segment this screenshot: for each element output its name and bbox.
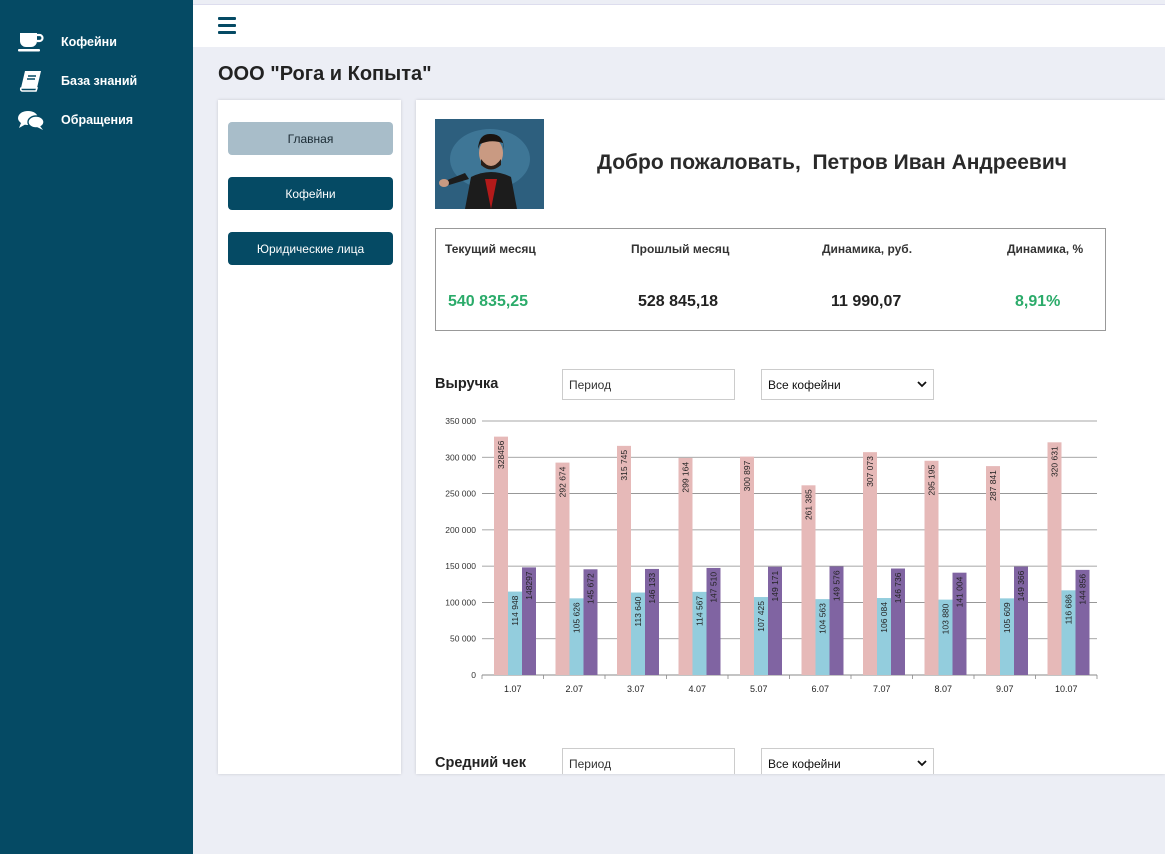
y-tick-label: 0 (471, 670, 476, 680)
y-tick-label: 250 000 (445, 489, 476, 499)
nav-home-button[interactable]: Главная (228, 122, 393, 155)
bar-data-label: 299 164 (681, 462, 691, 493)
bar-data-label: 320 631 (1050, 446, 1060, 477)
bar (494, 436, 508, 675)
bar-data-label: 114 948 (510, 595, 520, 625)
chevron-down-icon (917, 381, 927, 388)
welcome-text: Добро пожаловать, Петров Иван Андреевич (597, 151, 1067, 174)
avg-check-period-input[interactable]: Период (562, 748, 735, 774)
revenue-coffee-shop-select[interactable]: Все кофейни (761, 369, 934, 400)
top-bar (193, 4, 1165, 47)
y-tick-label: 300 000 (445, 452, 476, 462)
stat-current-month-label: Текущий месяц (445, 242, 536, 256)
avg-check-title: Средний чек (435, 755, 526, 771)
x-tick-label: 1.07 (504, 684, 522, 694)
bar-data-label: 114 567 (695, 596, 705, 626)
bar-data-label: 105 609 (1002, 602, 1012, 633)
bar-data-label: 148297 (524, 571, 534, 600)
x-tick-label: 7.07 (873, 684, 891, 694)
sidebar-item-label: База знаний (61, 73, 138, 88)
x-tick-label: 10.07 (1055, 684, 1078, 694)
main-panel: Добро пожаловать, Петров Иван Андреевич … (416, 100, 1165, 774)
bar-data-label: 147 510 (709, 572, 719, 603)
avg-check-coffee-shop-select[interactable]: Все кофейни (761, 748, 934, 774)
bar-data-label: 149 366 (1016, 570, 1026, 601)
nav-legal-entities-button[interactable]: Юридические лица (228, 232, 393, 265)
bar-data-label: 103 880 (941, 603, 951, 634)
x-tick-label: 2.07 (565, 684, 583, 694)
avatar (435, 119, 544, 209)
stat-current-month-value: 540 835,25 (448, 293, 529, 310)
bar-data-label: 295 195 (927, 465, 937, 496)
sidebar: Кофейни База знаний Обращения (0, 0, 193, 854)
y-tick-label: 200 000 (445, 525, 476, 535)
bar-data-label: 104 563 (818, 603, 828, 634)
bar-data-label: 113 640 (633, 596, 643, 626)
stat-dynamics-pct-value: 8,91% (1015, 293, 1061, 310)
bar-data-label: 107 425 (756, 601, 766, 632)
stat-dynamics-rub-value: 11 990,07 (831, 293, 902, 310)
bar-data-label: 307 073 (865, 456, 875, 487)
stats-box: Текущий месяц 540 835,25 Прошлый месяц 5… (435, 228, 1106, 331)
bar-data-label: 287 841 (988, 470, 998, 501)
revenue-period-input[interactable]: Период (562, 369, 735, 400)
chat-bubbles-icon (18, 109, 44, 131)
bar-data-label: 149 576 (832, 570, 842, 601)
sidebar-item-label: Кофейни (61, 34, 117, 49)
x-tick-label: 8.07 (934, 684, 952, 694)
y-tick-label: 50 000 (450, 634, 476, 644)
y-tick-label: 100 000 (445, 597, 476, 607)
bar-data-label: 116 686 (1064, 594, 1074, 624)
sidebar-item-label: Обращения (61, 112, 134, 127)
stat-dynamics-rub-label: Динамика, руб. (822, 242, 913, 256)
bar-data-label: 328456 (496, 440, 506, 469)
chevron-down-icon (917, 760, 927, 767)
bar-data-label: 145 672 (586, 573, 596, 604)
y-tick-label: 350 000 (445, 416, 476, 426)
bar-data-label: 261 385 (804, 489, 814, 520)
bar-data-label: 292 674 (558, 466, 568, 497)
select-value: Все кофейни (768, 377, 841, 392)
bar-data-label: 146 133 (647, 573, 657, 604)
x-tick-label: 6.07 (811, 684, 829, 694)
sidebar-item-knowledge-base[interactable]: База знаний (0, 61, 193, 100)
left-nav-panel: Главная Кофейни Юридические лица (218, 100, 401, 774)
sidebar-item-requests[interactable]: Обращения (0, 100, 193, 139)
x-tick-label: 3.07 (627, 684, 645, 694)
revenue-title: Выручка (435, 376, 499, 392)
x-tick-label: 4.07 (688, 684, 706, 694)
stat-dynamics-pct-label: Динамика, % (1007, 242, 1084, 256)
bar-data-label: 146 736 (893, 572, 903, 603)
bar-data-label: 105 626 (572, 602, 582, 633)
bar-data-label: 300 897 (742, 460, 752, 491)
hamburger-menu-icon[interactable] (218, 17, 236, 35)
book-icon (18, 70, 44, 92)
x-tick-label: 5.07 (750, 684, 768, 694)
bar-data-label: 141 004 (955, 576, 965, 607)
bar-data-label: 144 856 (1078, 574, 1088, 605)
stat-previous-month-label: Прошлый месяц (631, 242, 730, 256)
y-tick-label: 150 000 (445, 561, 476, 571)
bar-data-label: 315 745 (619, 450, 629, 481)
coffee-cup-icon (18, 31, 44, 53)
stat-previous-month-value: 528 845,18 (638, 293, 719, 310)
bar-data-label: 149 171 (770, 570, 780, 601)
sidebar-item-coffee-shops[interactable]: Кофейни (0, 22, 193, 61)
select-value: Все кофейни (768, 756, 841, 771)
revenue-chart: 0 50 000 100 000 150 000 200 000 250 000 300 0… (445, 416, 1098, 694)
nav-coffee-shops-button[interactable]: Кофейни (228, 177, 393, 210)
company-title: ООО "Рога и Копыта" (218, 63, 432, 85)
x-tick-label: 9.07 (996, 684, 1014, 694)
bar-data-label: 106 084 (879, 602, 889, 633)
